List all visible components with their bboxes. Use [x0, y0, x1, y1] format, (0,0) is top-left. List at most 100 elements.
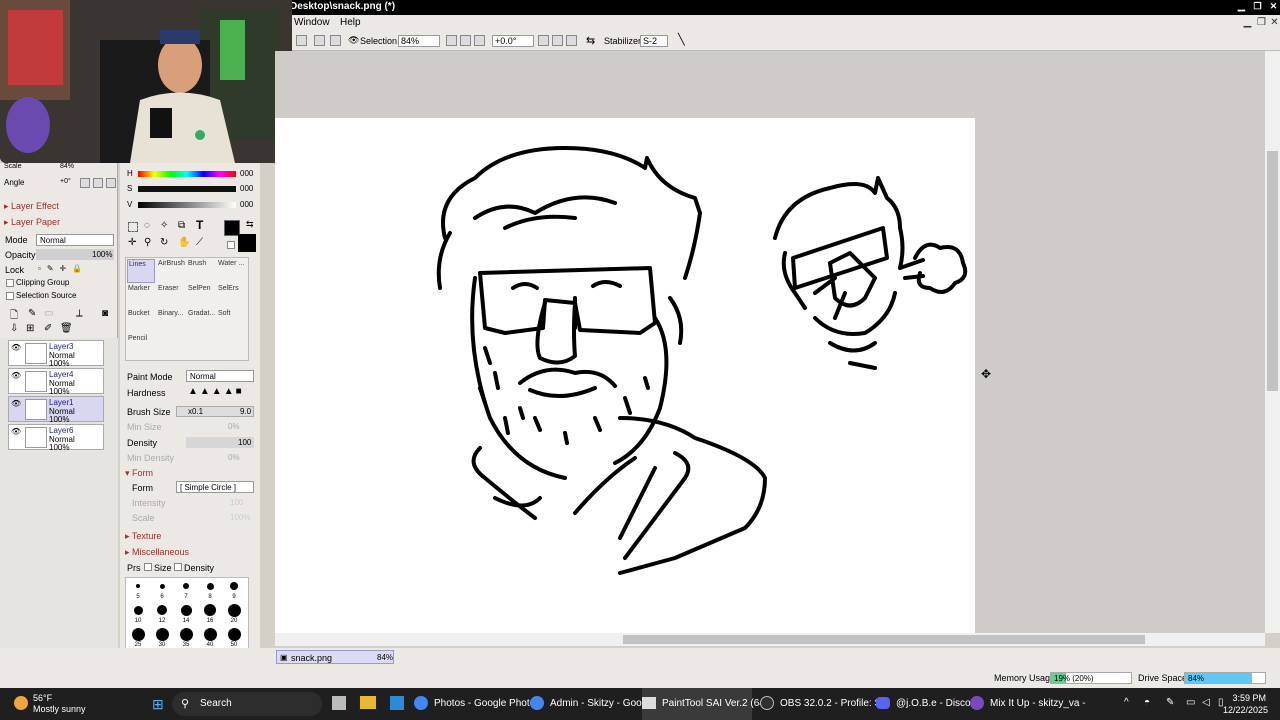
layer-move-icon[interactable]: ⟂ [76, 308, 83, 319]
form-section-toggle[interactable]: ▾ Form [125, 468, 153, 479]
secondary-color-swatch[interactable] [238, 234, 256, 252]
tool-marker[interactable]: Marker [127, 284, 155, 308]
brush-size-dot[interactable] [206, 582, 214, 590]
tool-bucket[interactable]: Bucket [127, 309, 155, 333]
form-select[interactable]: [ Simple Circle ] [176, 481, 254, 493]
zoom-reset-button[interactable] [474, 35, 485, 46]
tool-gradation[interactable]: Gradat... [187, 309, 215, 333]
rotate-right-button[interactable] [566, 35, 577, 46]
weather-icon[interactable] [14, 696, 28, 710]
zoom-select[interactable]: 84% [398, 35, 440, 47]
brush-size-dot[interactable] [136, 584, 140, 588]
volume-icon[interactable]: ◁ [1202, 697, 1210, 708]
visibility-eye-icon[interactable]: 👁 [11, 427, 23, 437]
zoom-out-button[interactable] [446, 35, 457, 46]
clock-time[interactable]: 3:59 PM [1228, 693, 1266, 703]
magic-wand-icon[interactable]: ✧ [160, 220, 168, 231]
copy-layer-icon[interactable]: ⊞ [26, 323, 34, 334]
visibility-eye-icon[interactable]: 👁 [11, 343, 23, 353]
tool-pencil[interactable]: Pencil [127, 334, 155, 358]
doc-minimize-icon[interactable]: ▁ [1242, 17, 1253, 28]
tool-eraser[interactable]: Eraser [157, 284, 185, 308]
zoom-in-button[interactable] [460, 35, 471, 46]
brush-size-dot[interactable] [179, 627, 193, 641]
hue-slider[interactable] [138, 171, 236, 177]
weather-temp[interactable]: 56°F [33, 693, 52, 703]
lock-icons[interactable]: ▫✎✛🔒 [38, 264, 88, 273]
layer-item-selected[interactable]: 👁 Layer1 Normal 100% [8, 396, 104, 424]
saturation-slider[interactable] [138, 186, 236, 192]
layer-item[interactable]: 👁 Layer6 Normal 100% [8, 424, 104, 452]
taskbar-app-mixitup[interactable]: Mix It Up - skitzy_va - [970, 688, 1086, 720]
angle-reset-button[interactable] [80, 178, 90, 188]
task-view-icon[interactable] [332, 696, 346, 710]
brush-size-dot[interactable] [183, 583, 189, 589]
rotate-reset-button[interactable] [552, 35, 563, 46]
line-icon[interactable]: ╲ [678, 33, 685, 46]
brush-size-dot[interactable] [155, 627, 169, 641]
network-icon[interactable]: ▭ [1186, 697, 1195, 708]
doc-close-icon[interactable]: ✕ [1269, 17, 1280, 28]
layer-paper-toggle[interactable]: ▸ Layer Paper [4, 217, 60, 228]
move-icon[interactable]: ✛ [128, 237, 136, 248]
taskbar-app-photos[interactable]: Photos - Google Photo [414, 688, 535, 720]
eyedropper-icon[interactable]: ⟋ [196, 237, 203, 248]
tool-binary[interactable]: Binary... [157, 309, 185, 333]
brush-size-dot[interactable] [159, 583, 165, 589]
taskbar-app-admin[interactable]: Admin - Skitzy - Goog [530, 688, 647, 720]
canvas-area[interactable]: ✥ [275, 51, 1265, 634]
toolbar-btn-1[interactable] [296, 35, 307, 46]
text-tool-icon[interactable]: T [196, 218, 203, 232]
rotate-left-button[interactable] [538, 35, 549, 46]
clock-date[interactable]: 12/22/2025 [1222, 705, 1268, 715]
menu-window[interactable]: Window [294, 17, 330, 28]
rotation-select[interactable]: +0.0° [492, 35, 534, 47]
visibility-eye-icon[interactable]: 👁 [11, 371, 23, 381]
tool-water[interactable]: Water ... [217, 259, 245, 283]
canvas-paper[interactable] [275, 118, 975, 634]
vertical-scroll-thumb[interactable] [1267, 151, 1278, 391]
toolbar-btn-2[interactable] [314, 35, 325, 46]
layer-item[interactable]: 👁 Layer4 Normal 100% [8, 368, 104, 396]
new-folder-icon[interactable]: ▭ [44, 308, 53, 319]
layer-mask-icon[interactable]: ◙ [102, 308, 108, 319]
brush-size-dot[interactable] [180, 604, 192, 616]
new-linework-icon[interactable]: ✎ [28, 308, 36, 319]
hardness-selector[interactable]: ▲▲▲▲■ [188, 386, 244, 397]
hand-icon[interactable]: ✋ [178, 237, 190, 248]
brush-size-dot[interactable] [227, 627, 241, 641]
swap-colors-icon[interactable]: ⇆ [246, 219, 254, 230]
tool-soft[interactable]: Soft [217, 309, 245, 333]
tool-selers[interactable]: SelErs [217, 284, 245, 308]
misc-toggle[interactable]: ▸ Miscellaneous [125, 547, 189, 558]
menu-help[interactable]: Help [340, 17, 361, 28]
blend-mode-select[interactable]: Normal [36, 234, 114, 246]
store-icon[interactable] [390, 696, 404, 710]
brush-size-dot[interactable] [227, 603, 241, 617]
minimize-icon[interactable]: ▁ [1236, 1, 1247, 12]
brush-size-dot[interactable] [131, 627, 145, 641]
angle-btn-2[interactable] [93, 178, 103, 188]
brush-size-dot[interactable] [133, 605, 143, 615]
taskbar-search[interactable]: ⚲ Search [172, 692, 322, 716]
tool-brush[interactable]: Brush [187, 259, 215, 283]
toolbar-btn-3[interactable] [330, 35, 341, 46]
tray-app-icon[interactable]: ◓ [1144, 697, 1150, 708]
merge-down-icon[interactable]: ⇩ [10, 323, 18, 334]
layer-item[interactable]: 👁 Layer3 Normal 100% [8, 340, 104, 368]
brush-size-dot[interactable] [230, 582, 238, 590]
brush-size-dot[interactable] [157, 605, 167, 615]
prs-density-checkbox[interactable] [174, 563, 182, 571]
eye-icon[interactable]: 👁 [348, 35, 359, 46]
prs-size-checkbox[interactable] [144, 563, 152, 571]
brush-size-dot[interactable] [204, 604, 216, 616]
doc-restore-icon[interactable]: ❐ [1256, 17, 1267, 28]
windows-start-icon[interactable]: ⊞ [152, 696, 164, 713]
pen-tray-icon[interactable]: ✎ [1166, 697, 1174, 708]
stabilizer-select[interactable]: S-2 [640, 35, 668, 47]
tool-airbrush[interactable]: AirBrush [157, 259, 185, 283]
horizontal-scroll-thumb[interactable] [623, 635, 1145, 644]
layer-effect-toggle[interactable]: ▸ Layer Effect [4, 201, 59, 212]
value-slider[interactable] [138, 202, 236, 208]
taskbar-app-discord[interactable]: @j.O.B.e - Discon [876, 688, 976, 720]
